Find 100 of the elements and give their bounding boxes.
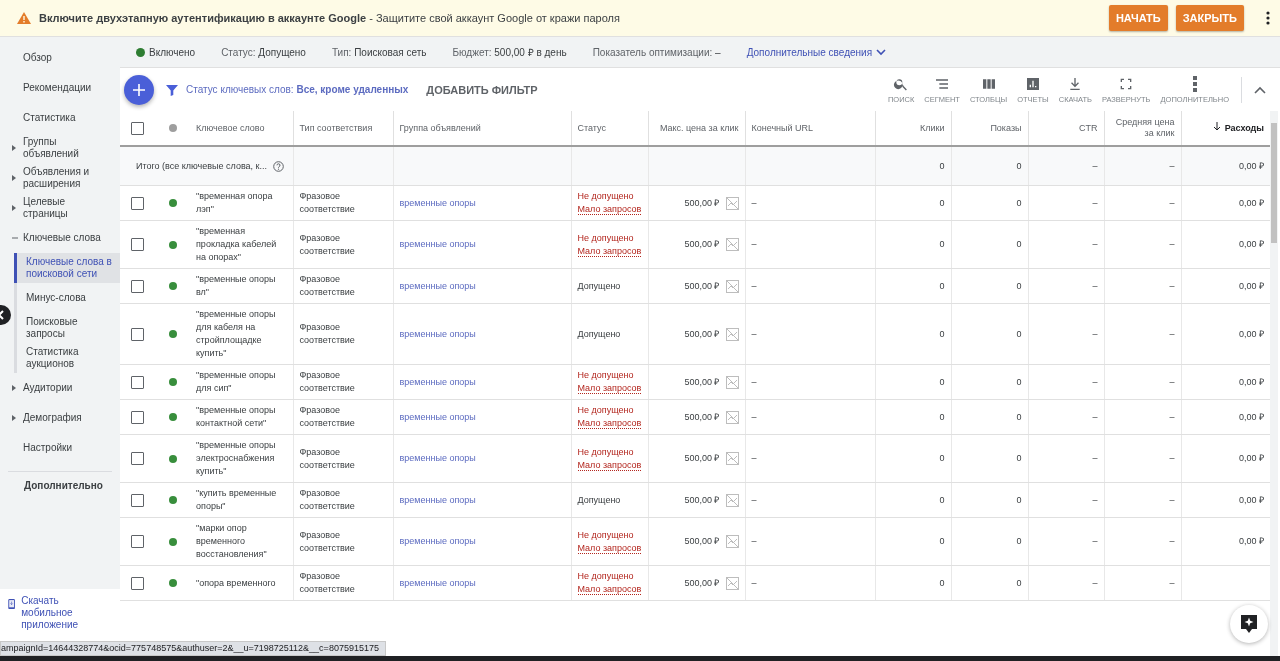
bid-value[interactable]: 500,00 ₽	[684, 576, 720, 590]
scrollbar-thumb[interactable]	[1271, 123, 1277, 243]
status-dot	[136, 47, 145, 57]
bid-value[interactable]: 500,00 ₽	[684, 452, 720, 465]
bid-value[interactable]: 500,00 ₽	[684, 493, 720, 507]
table-cell: 0	[875, 268, 951, 304]
row-checkbox[interactable]	[131, 279, 144, 293]
sidebar-item[interactable]: Аудитории	[0, 373, 120, 403]
sidebar-item[interactable]: Минус-слова	[17, 283, 120, 313]
row-checkbox[interactable]	[131, 576, 144, 590]
ad-group-link[interactable]: временные опоры	[399, 376, 476, 387]
bid-value[interactable]: 500,00 ₽	[684, 410, 720, 424]
sidebar-item[interactable]: Демография	[0, 403, 120, 433]
ad-group-link[interactable]: временные опоры	[399, 197, 476, 208]
banner-message: Включите двухэтапную аутентификацию в аккаунте Google - Защитите свой аккаунт Google от кражи пароля	[39, 12, 621, 24]
bid-value[interactable]: 500,00 ₽	[684, 279, 720, 293]
status-reason[interactable]: Мало запросов	[577, 383, 642, 394]
filter-icon[interactable]	[166, 83, 178, 96]
match-type-cell: Фразовое соответствие	[293, 434, 393, 483]
row-checkbox[interactable]	[131, 452, 144, 465]
add-button[interactable]	[124, 74, 154, 105]
table-cell: –	[1104, 399, 1181, 435]
table-cell: –	[1104, 146, 1181, 186]
more-icon[interactable]	[1266, 11, 1270, 25]
summary-item: Показатель оптимизации: –	[592, 46, 721, 58]
ad-group-link[interactable]: временные опоры	[399, 239, 476, 249]
more-icon	[1192, 75, 1197, 92]
sidebar-item[interactable]: Объявления и расширения	[0, 163, 120, 193]
sidebar-item[interactable]: Ключевые слова в поисковой сети	[14, 253, 120, 283]
row-checkbox[interactable]	[131, 238, 144, 251]
ad-group-link[interactable]: временные опоры	[399, 328, 476, 339]
feedback-button[interactable]	[1230, 605, 1268, 643]
table-cell: –	[745, 220, 875, 269]
table-cell: –	[745, 399, 875, 435]
status-text: Не допущено	[577, 231, 635, 245]
details-link[interactable]: Дополнительные сведения	[746, 46, 887, 58]
help-icon[interactable]	[273, 160, 285, 172]
chevron-down-icon	[876, 48, 887, 56]
url-tooltip: ampaignId=14644328774&ocid=775748575&authuser=2&__u=7198725112&__c=8075915175	[0, 641, 386, 656]
filter-chip[interactable]: Статус ключевых слов: Все, кроме удаленных	[186, 84, 409, 95]
sidebar-item[interactable]: Обзор	[0, 43, 120, 73]
plus-icon	[133, 83, 145, 96]
table-cell: 0	[951, 399, 1028, 435]
sidebar-item[interactable]: Ключевые слова	[0, 223, 120, 253]
sidebar-item[interactable]: Статистика	[0, 103, 120, 133]
ad-group-link[interactable]: временные опоры	[399, 411, 476, 422]
row-checkbox[interactable]	[131, 410, 144, 424]
sidebar-item[interactable]: Статистика аукционов	[17, 343, 120, 373]
table-cell: –	[1028, 268, 1104, 304]
ad-group-link[interactable]: временные опоры	[399, 494, 476, 505]
keyword-cell: "марки опор временного восстановления"	[190, 517, 293, 566]
ad-group-link[interactable]: временные опоры	[399, 280, 476, 291]
warning-icon	[17, 12, 31, 24]
match-type-cell: Фразовое соответствие	[293, 220, 393, 269]
match-type-cell: Фразовое соответствие	[293, 565, 393, 601]
sidebar-item[interactable]: Рекомендации	[0, 73, 120, 103]
row-checkbox[interactable]	[131, 196, 144, 210]
ad-group-link[interactable]: временные опоры	[399, 577, 476, 588]
status-text: Не допущено	[577, 570, 635, 583]
sidebar-item[interactable]: Поисковые запросы	[17, 313, 120, 343]
table-cell: 0	[951, 517, 1028, 566]
table-cell: 0	[951, 565, 1028, 601]
no-chart-icon	[725, 535, 739, 548]
ad-group-link[interactable]: временные опоры	[399, 453, 476, 463]
more-link[interactable]: Дополнительно	[24, 480, 103, 491]
bid-value[interactable]: 500,00 ₽	[684, 375, 720, 389]
bid-value[interactable]: 500,00 ₽	[684, 196, 720, 210]
chevron-up-icon[interactable]	[1254, 85, 1266, 94]
add-filter-button[interactable]: ДОБАВИТЬ ФИЛЬТР	[420, 82, 544, 97]
table-cell: 0	[875, 482, 951, 518]
sidebar-item[interactable]: Целевые страницы	[0, 193, 120, 223]
match-type-cell: Фразовое соответствие	[293, 517, 393, 566]
table-cell: 0	[951, 434, 1028, 483]
table-cell: –	[745, 268, 875, 304]
row-checkbox[interactable]	[131, 327, 144, 341]
status-text: Не допущено	[577, 445, 635, 459]
keyword-cell: "временные опоры вл"	[190, 268, 293, 304]
summary-item: Бюджет: 500,00 ₽ в день	[452, 46, 567, 59]
bid-value[interactable]: 500,00 ₽	[684, 327, 720, 341]
status-reason[interactable]: Мало запросов	[577, 204, 642, 215]
status-reason[interactable]: Мало запросов	[577, 542, 642, 554]
row-checkbox[interactable]	[131, 493, 144, 507]
table-cell: –	[1028, 482, 1104, 518]
bid-value[interactable]: 500,00 ₽	[684, 238, 720, 251]
status-reason[interactable]: Мало запросов	[577, 584, 642, 595]
no-chart-icon	[725, 327, 739, 341]
status-reason[interactable]: Мало запросов	[577, 459, 642, 471]
ad-group-link[interactable]: временные опоры	[399, 536, 476, 546]
status-reason[interactable]: Мало запросов	[577, 245, 642, 257]
row-checkbox[interactable]	[131, 535, 144, 548]
row-checkbox[interactable]	[131, 375, 144, 389]
status-reason[interactable]: Мало запросов	[577, 418, 642, 429]
table-cell: 0	[951, 364, 1028, 400]
keyword-cell: "купить временные опоры"	[190, 482, 293, 518]
bid-value[interactable]: 500,00 ₽	[684, 535, 720, 548]
sidebar-item[interactable]: Настройки	[0, 433, 120, 463]
sidebar-item[interactable]: Группы объявлений	[0, 133, 120, 163]
sort-arrow-icon	[1212, 122, 1221, 131]
status-text: Не допущено	[577, 369, 635, 382]
select-all-checkbox[interactable]	[131, 121, 144, 135]
